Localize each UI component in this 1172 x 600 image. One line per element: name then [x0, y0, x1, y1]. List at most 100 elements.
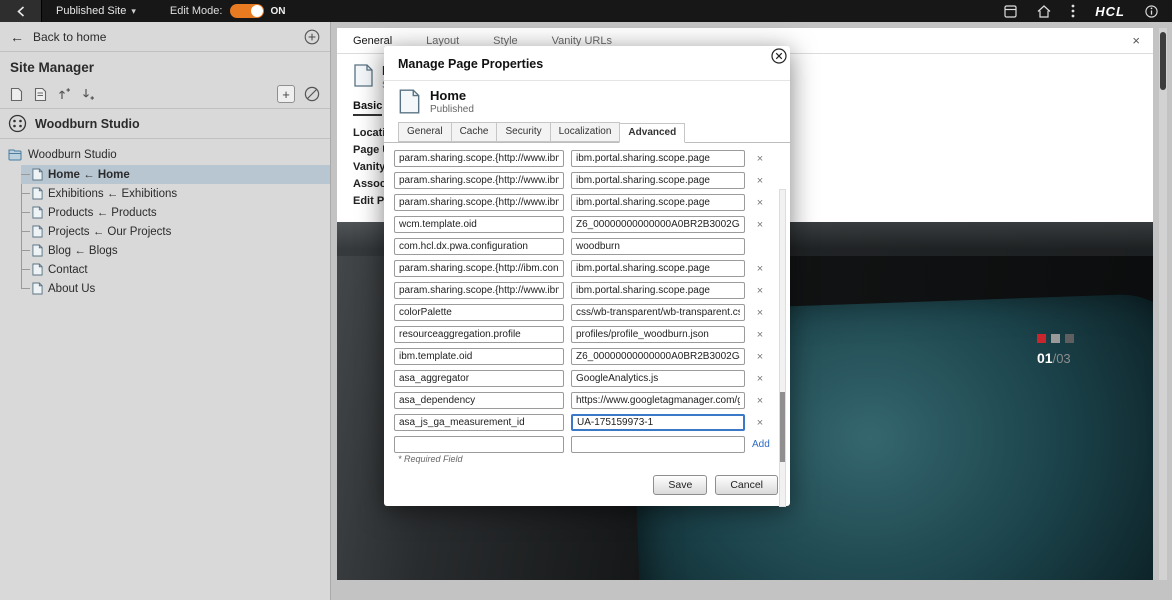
carousel-counter: 01/03: [1037, 350, 1074, 366]
property-value-input[interactable]: [571, 392, 745, 409]
remove-property-button[interactable]: ×: [752, 153, 768, 165]
site-name: Woodburn Studio: [35, 117, 140, 131]
remove-property-button[interactable]: ×: [752, 417, 768, 429]
tab-style[interactable]: Style: [493, 35, 517, 47]
tree-item[interactable]: Exhibitions ← Exhibitions: [21, 184, 330, 203]
page-scrollbar-thumb[interactable]: [1160, 32, 1166, 90]
property-value-input[interactable]: [571, 348, 745, 365]
property-key-input[interactable]: [394, 150, 564, 167]
remove-property-button[interactable]: ×: [752, 285, 768, 297]
remove-property-button[interactable]: ×: [752, 351, 768, 363]
property-row: ×: [394, 414, 768, 431]
property-value-input[interactable]: [571, 436, 745, 453]
property-key-input[interactable]: [394, 436, 564, 453]
remove-property-button[interactable]: ×: [752, 307, 768, 319]
dialog-tab-cache[interactable]: Cache: [451, 122, 498, 142]
move-up-icon[interactable]: [58, 87, 71, 101]
kebab-menu-icon[interactable]: [1071, 4, 1075, 18]
remove-property-button[interactable]: ×: [752, 373, 768, 385]
property-value-input[interactable]: [571, 414, 745, 431]
property-value-input[interactable]: [571, 238, 745, 255]
property-value-input[interactable]: [571, 304, 745, 321]
sidebar: ← Back to home Site Manager +: [0, 22, 331, 600]
kv-rows: × × × × × × × × × × × × Add: [384, 143, 790, 461]
dialog-tab-localization[interactable]: Localization: [550, 122, 621, 142]
tab-layout[interactable]: Layout: [426, 35, 459, 47]
property-value-input[interactable]: [571, 326, 745, 343]
property-value-input[interactable]: [571, 172, 745, 189]
back-to-home-link[interactable]: Back to home: [33, 30, 106, 44]
hcl-logo: HCL: [1095, 4, 1125, 19]
add-property-link[interactable]: Add: [752, 439, 768, 450]
dialog-page-header: Home Published: [384, 81, 790, 120]
info-icon[interactable]: [1145, 5, 1158, 18]
property-key-input[interactable]: [394, 392, 564, 409]
remove-property-button[interactable]: ×: [752, 175, 768, 187]
dialog-page-status: Published: [430, 104, 474, 115]
property-value-input[interactable]: [571, 150, 745, 167]
property-value-input[interactable]: [571, 260, 745, 277]
new-page-icon[interactable]: [10, 87, 23, 102]
remove-property-button[interactable]: ×: [752, 219, 768, 231]
home-icon[interactable]: [1037, 5, 1051, 18]
property-row: ×: [394, 304, 768, 321]
dialog-tab-security[interactable]: Security: [496, 122, 550, 142]
close-dialog-icon[interactable]: [771, 48, 787, 64]
restrict-icon[interactable]: [304, 86, 320, 102]
property-key-input[interactable]: [394, 238, 564, 255]
tree-item-label: Contact: [48, 264, 88, 276]
tab-general[interactable]: General: [353, 35, 392, 47]
property-value-input[interactable]: [571, 194, 745, 211]
property-key-input[interactable]: [394, 326, 564, 343]
close-panel-button[interactable]: ×: [1132, 33, 1140, 48]
tree-item[interactable]: About Us: [21, 279, 330, 298]
tree-item[interactable]: Projects ← Our Projects: [21, 222, 330, 241]
tab-vanity-urls[interactable]: Vanity URLs: [552, 35, 612, 47]
property-key-input[interactable]: [394, 172, 564, 189]
tree-root[interactable]: Woodburn Studio: [8, 145, 330, 165]
property-key-input[interactable]: [394, 260, 564, 277]
property-key-input[interactable]: [394, 348, 564, 365]
page-scrollbar: [1159, 28, 1167, 580]
save-button[interactable]: Save: [653, 475, 707, 495]
sub-tab-basic[interactable]: Basic: [353, 100, 382, 116]
tree-item[interactable]: Home ← Home: [21, 165, 330, 184]
property-key-input[interactable]: [394, 304, 564, 321]
carousel-square[interactable]: [1051, 334, 1060, 343]
tree-item[interactable]: Products ← Products: [21, 203, 330, 222]
property-value-input[interactable]: [571, 216, 745, 233]
property-key-input[interactable]: [394, 370, 564, 387]
copy-page-icon[interactable]: [34, 87, 47, 102]
dialog-tab-advanced[interactable]: Advanced: [619, 123, 685, 143]
remove-property-button[interactable]: ×: [752, 197, 768, 209]
property-key-input[interactable]: [394, 194, 564, 211]
tree-item-label: About Us: [48, 283, 95, 295]
workspace-icon[interactable]: [1004, 5, 1017, 18]
site-root-icon: [8, 148, 22, 162]
edit-mode-toggle[interactable]: [230, 4, 264, 18]
tree-item[interactable]: Contact: [21, 260, 330, 279]
property-key-input[interactable]: [394, 282, 564, 299]
property-value-input[interactable]: [571, 282, 745, 299]
add-circle-icon[interactable]: [304, 29, 320, 45]
property-value-input[interactable]: [571, 370, 745, 387]
dialog-buttons: Save Cancel: [653, 475, 778, 495]
add-page-button[interactable]: +: [277, 85, 295, 103]
dialog-scrollbar-thumb[interactable]: [780, 392, 785, 462]
property-key-input[interactable]: [394, 216, 564, 233]
edit-mode-label: Edit Mode:: [170, 5, 223, 17]
dialog-tab-general[interactable]: General: [398, 122, 452, 142]
remove-property-button[interactable]: ×: [752, 329, 768, 341]
property-key-input[interactable]: [394, 414, 564, 431]
tree-item[interactable]: Blog ← Blogs: [21, 241, 330, 260]
remove-property-button[interactable]: ×: [752, 395, 768, 407]
site-header[interactable]: Woodburn Studio: [0, 109, 330, 139]
remove-property-button[interactable]: ×: [752, 263, 768, 275]
tree-item-label: Blog ← Blogs: [48, 245, 118, 257]
carousel-square[interactable]: [1065, 334, 1074, 343]
back-button[interactable]: [0, 0, 42, 22]
carousel-square-active[interactable]: [1037, 334, 1046, 343]
move-down-icon[interactable]: [82, 87, 95, 101]
cancel-button[interactable]: Cancel: [715, 475, 778, 495]
published-site-dropdown[interactable]: Published Site ▾: [56, 5, 136, 17]
